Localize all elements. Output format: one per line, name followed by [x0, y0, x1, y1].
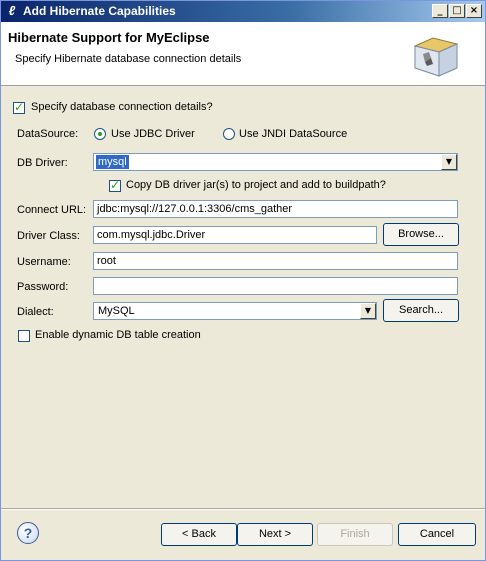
db-driver-combo[interactable]: mysql ▼	[93, 153, 458, 171]
banner-subtitle: Specify Hibernate database connection de…	[15, 53, 242, 65]
window-title: Add Hibernate Capabilities	[23, 4, 176, 18]
search-button[interactable]: Search...	[383, 299, 459, 322]
wizard-banner: Hibernate Support for MyEclipse Specify …	[1, 22, 485, 86]
dialect-combo[interactable]: MySQL ▼	[93, 302, 377, 320]
datasource-label: DataSource:	[17, 128, 79, 140]
next-button[interactable]: Next >	[237, 523, 313, 546]
back-button[interactable]: < Back	[161, 523, 237, 546]
maximize-button[interactable]: □	[449, 4, 465, 18]
dialect-label: Dialect:	[17, 306, 54, 318]
jndi-datasource-radio[interactable]	[223, 128, 235, 140]
dynamic-table-label: Enable dynamic DB table creation	[35, 329, 201, 341]
wizard-banner-icon	[413, 37, 459, 77]
footer-separator	[1, 508, 485, 510]
password-input[interactable]	[93, 277, 458, 295]
specify-details-label: Specify database connection details?	[31, 101, 213, 113]
finish-button[interactable]: Finish	[317, 523, 393, 546]
connect-url-input[interactable]: jdbc:mysql://127.0.0.1:3306/cms_gather	[93, 200, 458, 218]
dynamic-table-checkbox[interactable]	[18, 330, 30, 342]
dropdown-arrow-icon[interactable]: ▼	[441, 154, 457, 170]
dialog-window: ℓ Add Hibernate Capabilities _ □ × Hiber…	[0, 0, 486, 561]
browse-button[interactable]: Browse...	[383, 223, 459, 246]
connect-url-label: Connect URL:	[17, 204, 87, 216]
db-driver-value: mysql	[96, 155, 129, 169]
dropdown-arrow-icon[interactable]: ▼	[360, 303, 376, 319]
copy-jars-label: Copy DB driver jar(s) to project and add…	[126, 179, 386, 191]
username-label: Username:	[17, 256, 71, 268]
help-icon[interactable]: ?	[17, 522, 39, 544]
minimize-button[interactable]: _	[432, 4, 448, 18]
password-label: Password:	[17, 281, 69, 293]
cancel-button[interactable]: Cancel	[398, 523, 476, 546]
db-driver-label: DB Driver:	[17, 157, 68, 169]
dialect-value: MySQL	[98, 305, 135, 317]
banner-heading: Hibernate Support for MyEclipse	[8, 30, 210, 45]
window-app-icon: ℓ	[8, 3, 16, 18]
driver-class-label: Driver Class:	[17, 230, 80, 242]
title-bar[interactable]: ℓ Add Hibernate Capabilities _ □ ×	[1, 1, 485, 22]
specify-details-checkbox[interactable]	[13, 100, 25, 114]
username-input[interactable]: root	[93, 252, 458, 270]
jdbc-driver-radio[interactable]	[94, 128, 106, 140]
jdbc-driver-label: Use JDBC Driver	[111, 128, 195, 140]
close-button[interactable]: ×	[466, 4, 482, 18]
copy-jars-checkbox[interactable]	[109, 178, 121, 192]
driver-class-input[interactable]: com.mysql.jdbc.Driver	[93, 226, 377, 244]
jndi-datasource-label: Use JNDI DataSource	[239, 128, 348, 140]
